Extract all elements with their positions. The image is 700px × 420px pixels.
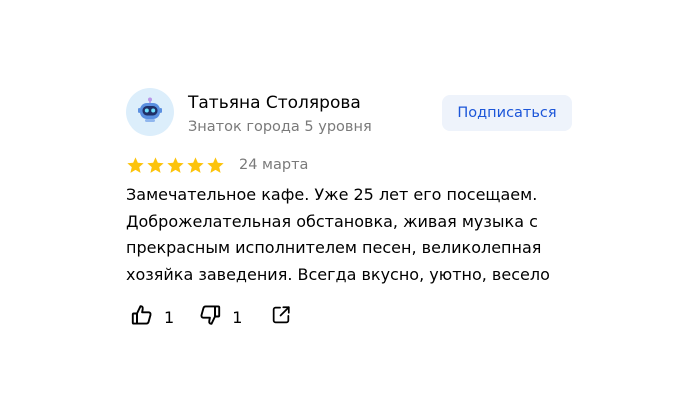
author-info: Татьяна Столярова Знаток города 5 уровня <box>188 92 372 136</box>
thumbs-up-icon <box>130 303 154 331</box>
author-name[interactable]: Татьяна Столярова <box>188 92 372 114</box>
subscribe-button[interactable]: Подписаться <box>442 95 572 131</box>
star-icon <box>127 156 144 173</box>
star-icon <box>147 156 164 173</box>
robot-avatar-icon <box>135 95 165 129</box>
star-icon <box>187 156 204 173</box>
rating-stars <box>126 156 225 175</box>
rating-row: 24 марта <box>126 154 308 176</box>
star-icon <box>207 156 224 173</box>
review-actions: 1 1 <box>130 304 292 330</box>
share-icon <box>270 304 292 330</box>
review-text: Замечательное кафе. Уже 25 лет его посещ… <box>126 185 550 284</box>
avatar[interactable] <box>126 88 174 136</box>
like-count: 1 <box>164 307 175 327</box>
author-level: Знаток города 5 уровня <box>188 119 372 135</box>
like-button[interactable]: 1 <box>130 303 174 331</box>
star-icon <box>167 156 184 173</box>
thumbs-down-icon <box>198 303 222 331</box>
dislike-button[interactable]: 1 <box>198 303 242 331</box>
share-button[interactable] <box>270 304 292 330</box>
review-date: 24 марта <box>239 157 309 173</box>
dislike-count: 1 <box>232 307 243 327</box>
